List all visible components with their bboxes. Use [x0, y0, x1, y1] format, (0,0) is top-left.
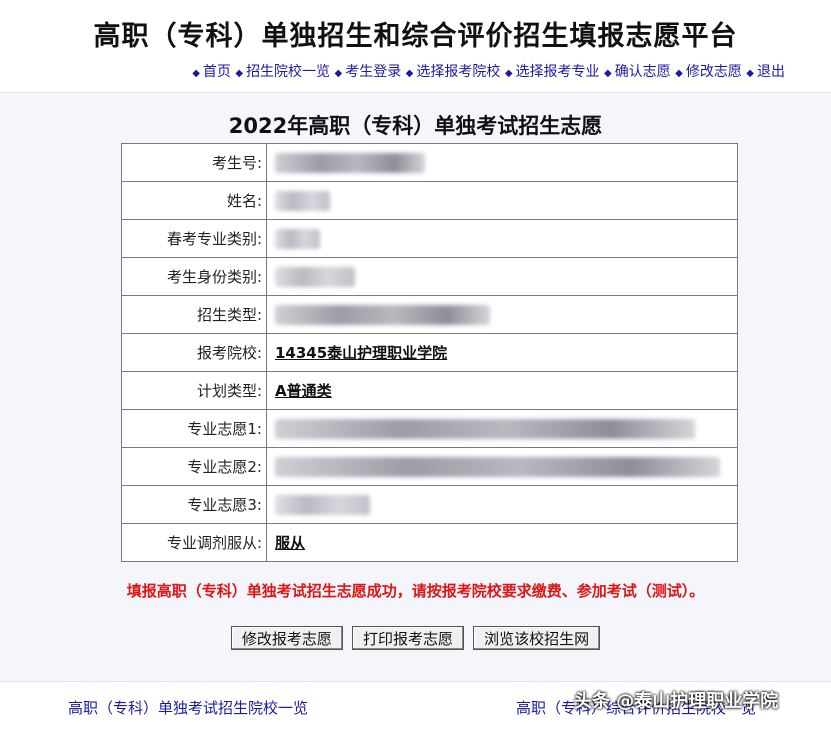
browse-school-site-button[interactable]: 浏览该校招生网 [473, 626, 601, 650]
bullet-icon: ◆ [334, 68, 343, 79]
action-buttons: 修改报考志愿 打印报考志愿 浏览该校招生网 [0, 626, 831, 650]
table-row: 专业志愿1: [121, 409, 738, 448]
row-value: 服从 [266, 523, 738, 562]
main-panel: 2022年高职（专科）单独考试招生志愿 考生号: 姓名: 春考专业类别: 考生身… [0, 92, 831, 682]
row-label: 考生身份类别: [121, 257, 267, 296]
nav-confirm[interactable]: 确认志愿 [615, 64, 671, 80]
table-row: 姓名: [121, 181, 738, 220]
nav-select-school[interactable]: 选择报考院校 [416, 64, 500, 80]
top-nav: ◆ 首页 ◆ 招生院校一览 ◆ 考生登录 ◆ 选择报考院校 ◆ 选择报考专业 ◆ 确认志愿 … [0, 61, 831, 81]
row-label: 春考专业类别: [121, 219, 267, 258]
row-value-redacted [266, 485, 738, 524]
row-label: 招生类型: [121, 295, 267, 334]
modify-button[interactable]: 修改报考志愿 [230, 626, 343, 650]
row-label: 考生号: [121, 143, 267, 182]
bullet-icon: ◆ [675, 68, 683, 79]
nav-login[interactable]: 考生登录 [345, 64, 401, 80]
bullet-icon: ◆ [235, 68, 244, 79]
row-value: 14345泰山护理职业学院 [266, 333, 738, 372]
row-value: A普通类 [266, 371, 738, 410]
table-row: 专业志愿3: [121, 485, 738, 524]
table-row: 专业志愿2: [121, 447, 738, 486]
row-value-redacted [266, 143, 738, 182]
row-label: 专业调剂服从: [121, 523, 267, 562]
nav-schools[interactable]: 招生院校一览 [246, 64, 330, 80]
row-value-redacted [266, 447, 738, 486]
footer-link-single-exam[interactable]: 高职（专科）单独考试招生院校一览 [68, 697, 308, 718]
table-row: 计划类型: A普通类 [121, 371, 738, 410]
row-value-redacted [266, 409, 738, 448]
table-row: 考生号: [121, 143, 738, 182]
plan-type-value: A普通类 [275, 382, 332, 400]
row-label: 计划类型: [121, 371, 267, 410]
application-table: 考生号: 姓名: 春考专业类别: 考生身份类别: 招生类型: 报考院校: 143… [121, 143, 738, 562]
bullet-icon: ◆ [192, 68, 200, 79]
row-value-redacted [266, 257, 738, 296]
table-row: 招生类型: [121, 295, 738, 334]
site-title: 高职（专科）单独招生和综合评价招生填报志愿平台 [93, 21, 738, 52]
row-value-redacted [266, 295, 738, 334]
nav-home[interactable]: 首页 [203, 64, 231, 80]
row-label: 专业志愿3: [121, 485, 267, 524]
form-title: 2022年高职（专科）单独考试招生志愿 [228, 114, 603, 138]
bullet-icon: ◆ [746, 68, 754, 79]
row-label: 姓名: [121, 181, 267, 220]
table-row: 考生身份类别: [121, 257, 738, 296]
row-label: 专业志愿1: [121, 409, 267, 448]
row-value-redacted [266, 181, 738, 220]
table-row: 春考专业类别: [121, 219, 738, 258]
table-row: 专业调剂服从: 服从 [121, 523, 738, 562]
header: 高职（专科）单独招生和综合评价招生填报志愿平台 ◆ 首页 ◆ 招生院校一览 ◆ 考生登… [0, 0, 831, 81]
row-value-redacted [266, 219, 738, 258]
adjust-value: 服从 [275, 534, 306, 552]
school-value: 14345泰山护理职业学院 [275, 344, 448, 362]
watermark: 头条 @泰山护理职业学院 [574, 691, 779, 712]
table-row: 报考院校: 14345泰山护理职业学院 [121, 333, 738, 372]
print-button[interactable]: 打印报考志愿 [351, 626, 464, 650]
bullet-icon: ◆ [603, 68, 612, 79]
bullet-icon: ◆ [405, 68, 414, 79]
nav-select-major[interactable]: 选择报考专业 [516, 64, 600, 80]
row-label: 专业志愿2: [121, 447, 267, 486]
nav-modify[interactable]: 修改志愿 [686, 64, 742, 80]
nav-logout[interactable]: 退出 [757, 64, 785, 80]
success-message: 填报高职（专科）单独考试招生志愿成功，请按报考院校要求缴费、参加考试（测试）。 [126, 582, 705, 600]
row-label: 报考院校: [121, 333, 267, 372]
bullet-icon: ◆ [504, 68, 513, 79]
